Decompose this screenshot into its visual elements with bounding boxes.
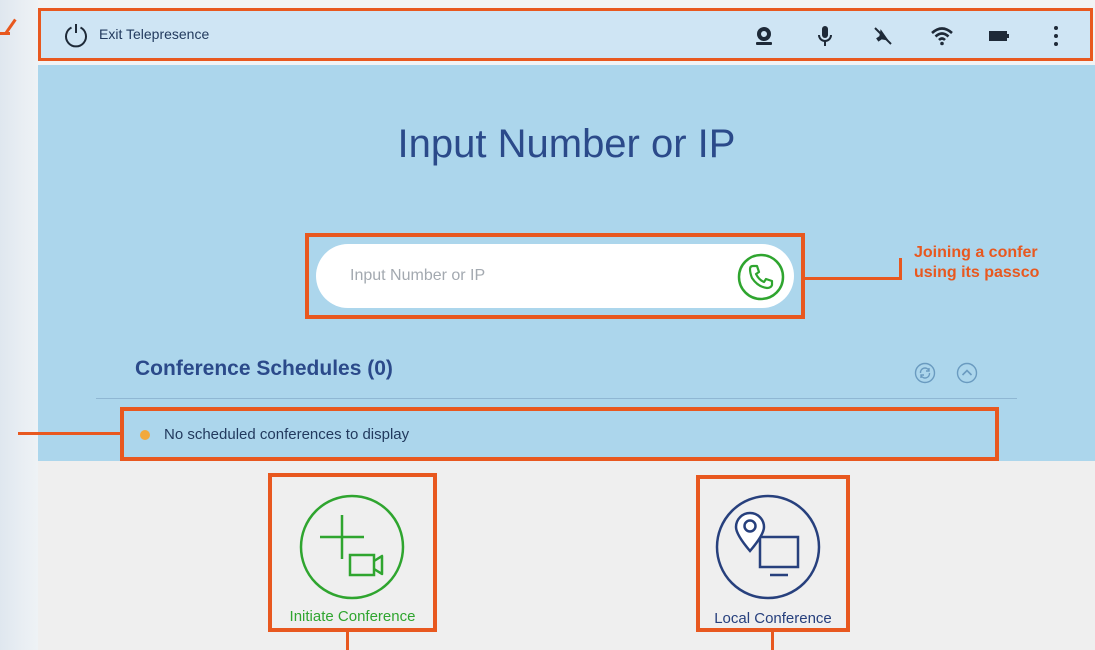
speaker-muted-icon[interactable] — [871, 24, 895, 48]
page-title: Input Number or IP — [397, 122, 736, 166]
no-schedules-text: No scheduled conferences to display — [164, 426, 410, 443]
callout-line-notice — [18, 432, 120, 435]
callout-text: Joining a confer using its passco — [914, 243, 1039, 283]
microphone-icon[interactable] — [813, 24, 837, 48]
no-schedules-notice: No scheduled conferences to display — [120, 407, 999, 461]
callout-line-input-v — [899, 258, 902, 280]
more-vertical-icon[interactable] — [1044, 24, 1068, 48]
exit-telepresence-link[interactable]: Exit Telepresence — [99, 26, 209, 42]
callout-line2: using its passco — [914, 264, 1040, 281]
callout-line-initiate — [346, 632, 349, 650]
callout-line-input-h — [805, 277, 901, 280]
collapse-chevron-icon[interactable] — [956, 362, 978, 384]
number-ip-input[interactable] — [348, 258, 712, 294]
callout-line1: Joining a confer — [914, 244, 1038, 261]
initiate-conference-button[interactable]: Initiate Conference — [268, 473, 437, 632]
background-left-strip — [0, 0, 38, 650]
schedules-divider — [96, 398, 1017, 399]
initiate-conference-icon — [299, 494, 405, 600]
dial-input-highlight — [305, 233, 805, 319]
power-icon[interactable] — [63, 22, 89, 48]
actions-panel — [38, 461, 1095, 650]
callout-line-local — [771, 632, 774, 650]
phone-icon[interactable] — [736, 252, 786, 302]
schedules-title: Conference Schedules (0) — [135, 357, 393, 380]
status-dot-icon — [140, 430, 150, 440]
dial-input-container — [316, 244, 794, 308]
initiate-conference-label: Initiate Conference — [289, 608, 416, 625]
local-conference-icon — [715, 494, 821, 600]
local-conference-button[interactable]: Local Conference — [696, 475, 850, 632]
wifi-icon — [931, 27, 953, 46]
local-conference-label: Local Conference — [714, 610, 832, 627]
battery-icon — [989, 31, 1009, 41]
status-bar: Exit Telepresence — [38, 8, 1093, 61]
camera-icon[interactable] — [752, 24, 776, 48]
refresh-icon[interactable] — [914, 362, 936, 384]
